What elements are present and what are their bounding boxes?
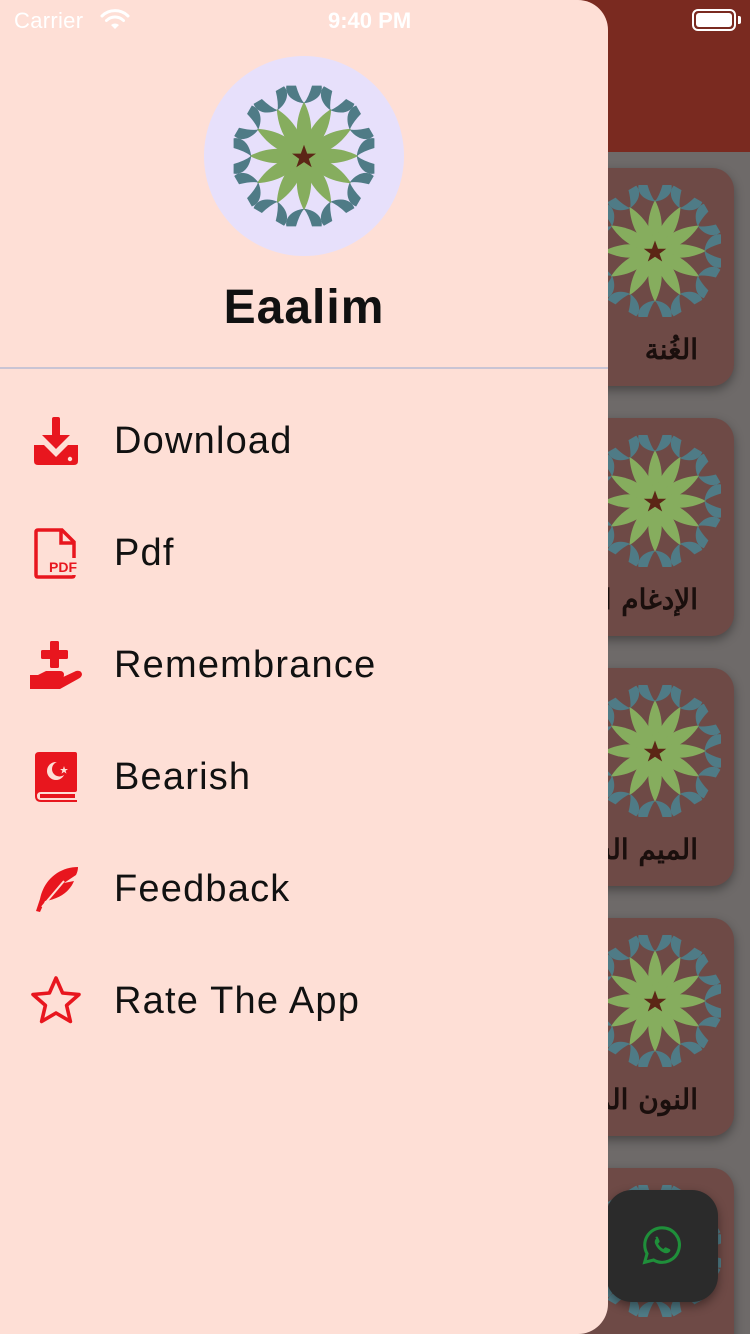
carrier-label: Carrier — [14, 8, 84, 33]
pdf-icon: PDF — [28, 525, 84, 581]
lesson-card-label: الغُنة — [644, 333, 698, 366]
logo-icon — [224, 76, 384, 236]
menu-item-label: Bearish — [114, 755, 252, 798]
clock: 9:40 PM — [328, 8, 412, 33]
app-logo-avatar — [204, 56, 404, 256]
menu-item-label: Remembrance — [114, 643, 377, 686]
menu-item-label: Pdf — [114, 531, 175, 574]
menu-item-label: Feedback — [114, 867, 291, 910]
menu-item-download[interactable]: Download — [0, 385, 608, 497]
feather-icon — [28, 861, 84, 917]
app-name: Eaalim — [223, 281, 385, 334]
menu-item-label: Download — [114, 419, 293, 462]
menu-item-remembrance[interactable]: Remembrance — [0, 609, 608, 721]
menu-item-rate-app[interactable]: Rate The App — [0, 945, 608, 1057]
download-icon — [28, 413, 84, 469]
quran-book-icon — [28, 749, 84, 805]
whatsapp-button[interactable] — [606, 1190, 718, 1302]
drawer-menu: Download PDF Pdf Remembrance Bearish Fee… — [0, 385, 608, 1057]
navigation-drawer: Carrier 9:40 PM Eaalim Download PDF Pdf … — [0, 0, 608, 1334]
menu-item-bearish[interactable]: Bearish — [0, 721, 608, 833]
whatsapp-icon — [642, 1226, 681, 1265]
menu-item-pdf[interactable]: PDF Pdf — [0, 497, 608, 609]
svg-text:PDF: PDF — [49, 559, 77, 575]
status-bar: Carrier 9:40 PM — [0, 0, 608, 40]
menu-item-label: Rate The App — [114, 979, 361, 1022]
battery-icon — [692, 9, 736, 31]
divider — [0, 367, 608, 369]
star-icon — [28, 973, 84, 1029]
hand-plus-icon — [28, 637, 84, 693]
wifi-icon — [100, 9, 130, 29]
menu-item-feedback[interactable]: Feedback — [0, 833, 608, 945]
